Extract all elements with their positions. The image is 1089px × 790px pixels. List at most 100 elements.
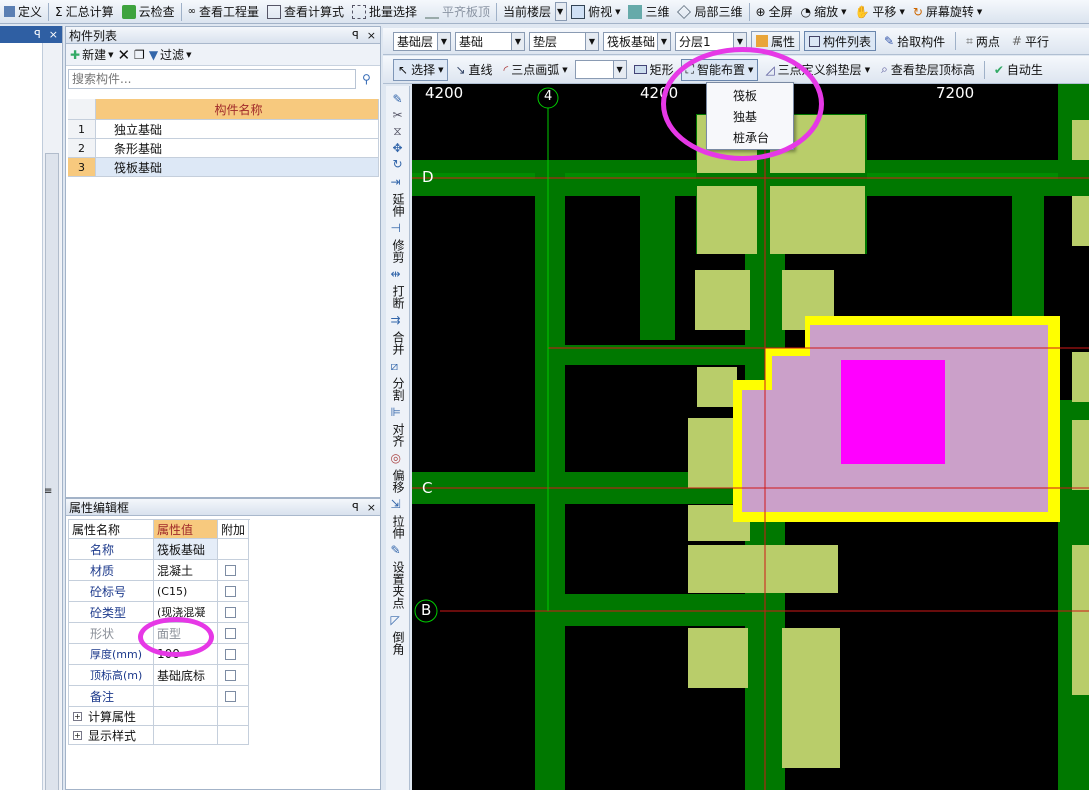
checkbox[interactable] xyxy=(225,585,236,597)
nav-scrollbar[interactable] xyxy=(43,43,61,790)
align-slab-top-button[interactable]: 平齐板顶 xyxy=(421,2,494,22)
set-grip-tool[interactable]: ✎ 设置夹点 xyxy=(387,541,409,610)
footing[interactable] xyxy=(1072,420,1089,490)
view-top-elevation-button[interactable]: ⌕ 查看垫层顶标高 xyxy=(877,60,979,80)
panel-title: 构件列表 xyxy=(69,28,118,43)
footing[interactable] xyxy=(695,270,750,330)
splitter-handle[interactable]: ≡ xyxy=(44,486,52,497)
copy-icon[interactable]: ❐ xyxy=(134,48,145,62)
checkbox[interactable] xyxy=(225,690,236,702)
checkbox[interactable] xyxy=(225,627,236,639)
checkbox[interactable] xyxy=(225,564,236,576)
extend-tool[interactable]: ⇥ 延伸 xyxy=(387,173,409,218)
current-floor-button[interactable]: 当前楼层 xyxy=(499,2,555,22)
define-button[interactable]: 定义 xyxy=(0,2,46,22)
footing[interactable] xyxy=(697,186,757,254)
split-tool[interactable]: ⧄ 分割 xyxy=(387,357,409,402)
checkbox[interactable] xyxy=(225,648,236,660)
property-row[interactable]: 顶标高(m) 基础底标 xyxy=(69,665,250,686)
scissors-icon[interactable]: ✂ xyxy=(392,108,402,122)
floor-dropdown[interactable]: ▼ xyxy=(555,2,568,21)
two-point-button[interactable]: ⌗ 两点 xyxy=(962,31,1004,51)
arc-options-combo[interactable]: ▼ xyxy=(574,60,627,79)
beam[interactable] xyxy=(535,160,565,790)
footing[interactable] xyxy=(770,186,865,254)
pin-icon[interactable]: ꟼ xyxy=(352,501,359,514)
table-row-selected[interactable]: 3 筏板基础 xyxy=(68,158,379,177)
line-button[interactable]: ↘ 直线 xyxy=(451,60,496,80)
arc-button[interactable]: ◜ 三点画弧 ▼ xyxy=(500,60,572,80)
align-tool[interactable]: ⊫ 对齐 xyxy=(387,403,409,448)
close-icon[interactable]: × xyxy=(367,501,376,514)
pick-component-button[interactable]: ✎ 拾取构件 xyxy=(880,31,949,51)
pin-icon[interactable]: ꟼ xyxy=(352,29,359,42)
mirror-icon[interactable]: ⧖ xyxy=(393,124,401,139)
rotate-icon[interactable]: ↻ xyxy=(392,157,402,171)
search-input[interactable] xyxy=(68,69,356,89)
table-row[interactable]: 2 条形基础 xyxy=(68,139,379,158)
break-tool[interactable]: ⇹ 打断 xyxy=(387,265,409,310)
trim-tool[interactable]: ⊣ 修剪 xyxy=(387,219,409,264)
cloud-check-button[interactable]: 云检查 xyxy=(118,2,179,22)
new-button[interactable]: ✚ 新建 ▼ xyxy=(70,46,113,63)
offset-tool[interactable]: ◎ 偏移 xyxy=(387,449,409,494)
auto-generate-button[interactable]: ✔ 自动生 xyxy=(990,60,1047,80)
property-row[interactable]: 砼标号 (C15) xyxy=(69,581,250,602)
footing[interactable] xyxy=(1072,545,1089,695)
expand-icon[interactable]: + xyxy=(73,730,82,740)
chamfer-tool[interactable]: ◸ 倒角 xyxy=(387,611,409,656)
footing[interactable] xyxy=(697,367,737,407)
scroll-thumb[interactable] xyxy=(45,153,59,790)
drawing-canvas[interactable]: 4200 4200 7200 4 D C B xyxy=(412,84,1089,790)
search-icon[interactable]: ⚲ xyxy=(362,72,371,86)
summary-calc-button[interactable]: Σ 汇总计算 xyxy=(51,2,118,22)
view-formula-button[interactable]: 查看计算式 xyxy=(263,2,348,22)
component-list-button[interactable]: 构件列表 xyxy=(804,31,877,51)
checkbox[interactable] xyxy=(225,669,236,681)
checkbox[interactable] xyxy=(225,606,236,618)
type-combo[interactable]: 基础 ▼ xyxy=(455,31,525,51)
3d-button[interactable]: 三维 xyxy=(624,2,673,22)
property-row[interactable]: 名称 筏板基础 xyxy=(69,539,250,560)
footing[interactable] xyxy=(1072,352,1089,402)
batch-select-button[interactable]: 批量选择 xyxy=(348,2,421,22)
merge-tool[interactable]: ⇉ 合并 xyxy=(387,311,409,356)
zoom-button[interactable]: ◔ 缩放 ▼ xyxy=(797,2,851,22)
beam[interactable] xyxy=(640,190,675,340)
property-group[interactable]: + 计算属性 xyxy=(69,707,250,726)
pin-icon[interactable]: ꟼ xyxy=(34,28,41,41)
delete-icon[interactable]: ✕ xyxy=(117,46,130,64)
break-icon: ⇹ xyxy=(390,267,401,281)
property-group[interactable]: + 显示样式 xyxy=(69,726,250,745)
footing[interactable] xyxy=(782,628,840,768)
layer-combo[interactable]: 垫层 ▼ xyxy=(529,31,599,51)
stretch-tool[interactable]: ⇲ 拉伸 xyxy=(387,495,409,540)
pencil-icon[interactable]: ✎ xyxy=(392,92,402,106)
footing[interactable] xyxy=(1072,120,1089,160)
chevron-down-icon: ▼ xyxy=(657,32,670,50)
move-icon[interactable]: ✥ xyxy=(392,141,402,155)
screen-rotate-button[interactable]: ↻ 屏幕旋转 ▼ xyxy=(909,2,986,22)
local-3d-button[interactable]: 局部三维 xyxy=(673,2,746,22)
fullscreen-button[interactable]: ⊕ 全屏 xyxy=(752,2,797,22)
filter-button[interactable]: ▼ 过滤 ▼ xyxy=(149,46,192,63)
footing[interactable] xyxy=(688,628,748,688)
close-icon[interactable]: × xyxy=(49,28,58,41)
property-row[interactable]: 材质 混凝土 xyxy=(69,560,250,581)
property-row[interactable]: 备注 xyxy=(69,686,250,707)
footing[interactable] xyxy=(1072,196,1089,246)
axis-label-col: 4 xyxy=(544,89,553,104)
floor-combo[interactable]: 基础层 ▼ xyxy=(393,31,451,51)
view-quantity-button[interactable]: ∞ 查看工程量 xyxy=(184,2,263,22)
pan-button[interactable]: ✋ 平移 ▼ xyxy=(850,2,908,22)
table-row[interactable]: 1 独立基础 xyxy=(68,120,379,139)
component-combo[interactable]: 筏板基础 ▼ xyxy=(603,31,671,51)
top-view-button[interactable]: 俯视 ▼ xyxy=(567,2,624,22)
plan-drawing[interactable] xyxy=(412,84,1089,790)
parallel-button[interactable]: # 平行 xyxy=(1008,31,1053,51)
close-icon[interactable]: × xyxy=(367,29,376,42)
select-button[interactable]: ↖ 选择 ▼ xyxy=(393,58,449,81)
expand-icon[interactable]: + xyxy=(73,711,82,721)
footing[interactable] xyxy=(688,545,838,593)
raft-opening-highlight[interactable] xyxy=(841,360,945,464)
